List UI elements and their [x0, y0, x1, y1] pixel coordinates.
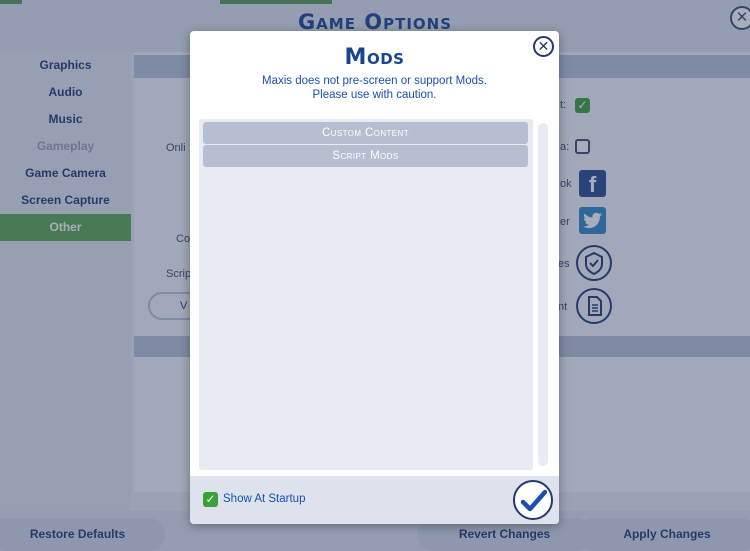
list-item-script-mods[interactable]: Script Mods — [203, 145, 528, 167]
dialog-footer: ✓ Show At Startup — [190, 476, 559, 524]
mods-dialog: Mods Maxis does not pre-screen or suppor… — [190, 31, 559, 524]
list-item-custom-content[interactable]: Custom Content — [203, 122, 528, 144]
checkmark-icon — [520, 489, 548, 512]
show-at-startup-label: Show At Startup — [223, 493, 306, 505]
dialog-subtitle-line: Please use with caution. — [312, 89, 437, 101]
dialog-subtitle-line: Maxis does not pre-screen or support Mod… — [262, 75, 487, 87]
dialog-subtitle: Maxis does not pre-screen or support Mod… — [190, 74, 559, 102]
confirm-button[interactable] — [513, 480, 553, 520]
mods-list: Custom Content Script Mods — [199, 119, 533, 470]
scrollbar[interactable] — [538, 123, 548, 466]
show-at-startup-checkbox[interactable]: ✓ — [203, 492, 218, 507]
dialog-title: Mods — [344, 45, 405, 70]
close-icon[interactable]: ✕ — [533, 36, 554, 57]
